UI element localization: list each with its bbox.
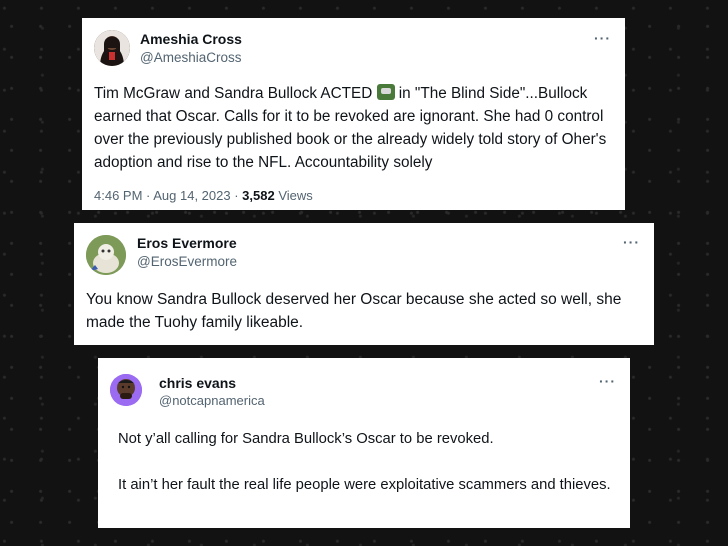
views-label: Views [274, 188, 313, 203]
tweet-card-eros-evermore[interactable]: Eros Evermore @ErosEvermore ··· You know… [74, 223, 654, 345]
tweet-paragraph-1: Not y’all calling for Sandra Bullock’s O… [118, 431, 494, 447]
more-options-icon[interactable]: ··· [594, 30, 611, 46]
avatar[interactable] [94, 30, 130, 66]
profile-photo-icon [86, 235, 126, 275]
tweet-text: You know Sandra Bullock deserved her Osc… [86, 291, 622, 331]
tweet-metadata: 4:46 PM · Aug 14, 2023 · 3,582 Views [94, 188, 313, 203]
movie-clapper-icon [376, 84, 395, 100]
author-name[interactable]: chris evans [159, 375, 236, 391]
avatar[interactable] [110, 374, 142, 406]
tweet-text: Not y’all calling for Sandra Bullock’s O… [118, 428, 618, 497]
more-options-icon[interactable]: ··· [599, 373, 616, 389]
tweet-paragraph-2: It ain’t her fault the real life people … [118, 477, 611, 493]
author-handle[interactable]: @AmeshiaCross [140, 50, 241, 65]
tweet-card-ameshia-cross[interactable]: Ameshia Cross @AmeshiaCross ··· Tim McGr… [82, 18, 625, 210]
tweet-timestamp[interactable]: 4:46 PM · Aug 14, 2023 · [94, 188, 242, 203]
more-options-icon[interactable]: ··· [623, 234, 640, 250]
avatar[interactable] [86, 235, 126, 275]
tweet-text-part1: Tim McGraw and Sandra Bullock ACTED [94, 85, 377, 102]
tweet-card-chris-evans[interactable]: chris evans @notcapnamerica ··· Not y’al… [98, 358, 630, 528]
views-count: 3,582 [242, 188, 275, 203]
profile-photo-icon [94, 30, 130, 66]
author-handle[interactable]: @notcapnamerica [159, 393, 265, 408]
author-name[interactable]: Eros Evermore [137, 235, 237, 251]
author-handle[interactable]: @ErosEvermore [137, 254, 237, 269]
tweet-text: Tim McGraw and Sandra Bullock ACTED in "… [94, 82, 616, 174]
author-name[interactable]: Ameshia Cross [140, 31, 242, 47]
profile-photo-icon [110, 374, 142, 406]
